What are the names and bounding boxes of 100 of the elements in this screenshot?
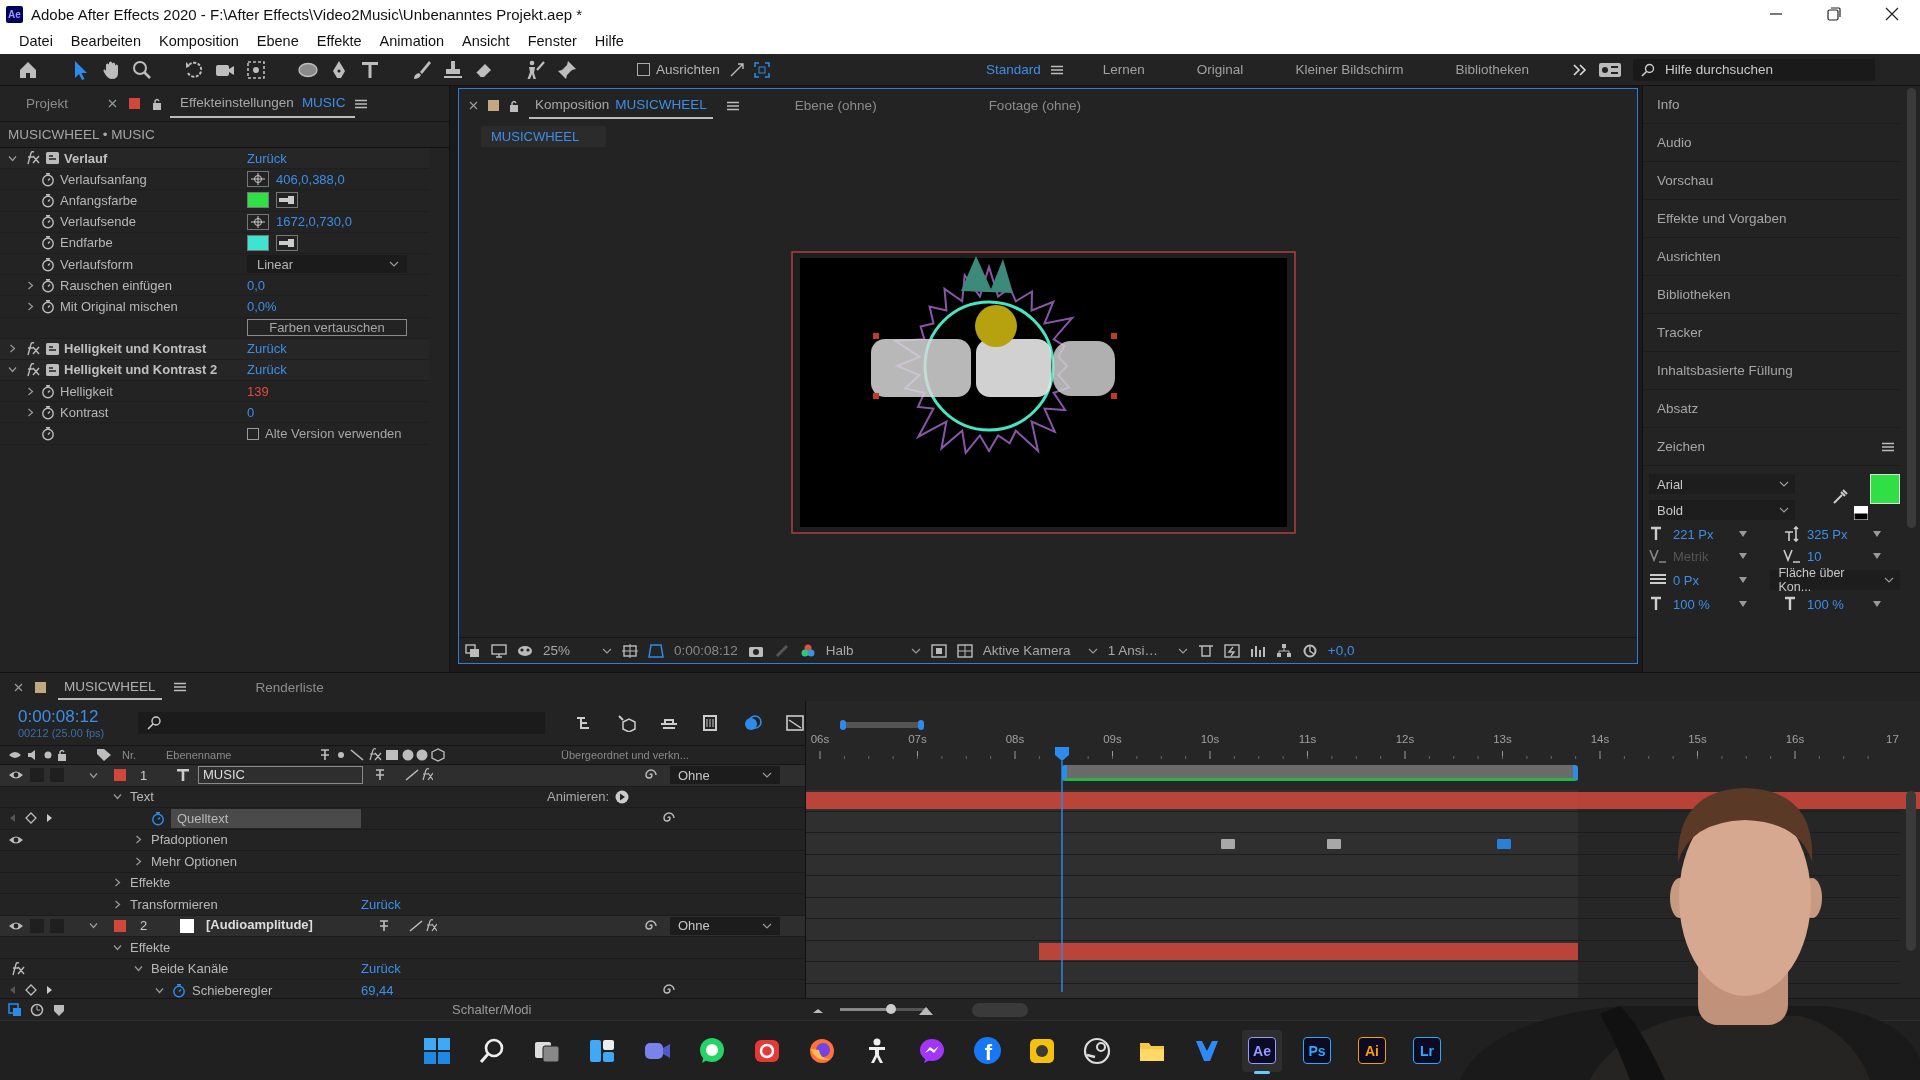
- menu-item[interactable]: Fenster: [518, 33, 586, 49]
- taskbar-button[interactable]: Ps: [1297, 1029, 1337, 1072]
- app-tile[interactable]: Ai: [1358, 1037, 1386, 1064]
- menu-item[interactable]: Ansicht: [453, 33, 519, 49]
- restore-icon[interactable]: [1824, 4, 1844, 24]
- dropdown-arrow-icon[interactable]: [1739, 601, 1747, 607]
- draft-3d-icon[interactable]: [617, 714, 637, 732]
- keyframe-navigator-icon[interactable]: [8, 812, 54, 825]
- fast-preview-icon[interactable]: [1223, 643, 1240, 658]
- reset-link[interactable]: Zurück: [247, 341, 287, 357]
- visibility-eye-icon[interactable]: [8, 770, 24, 781]
- property-value[interactable]: 69,44: [361, 982, 394, 998]
- caret-icon[interactable]: [133, 835, 143, 845]
- stopwatch-icon[interactable]: [41, 235, 55, 251]
- motion-blur-icon[interactable]: [743, 714, 763, 732]
- panel-header[interactable]: Audio: [1643, 124, 1900, 162]
- default-colors-icon[interactable]: [1854, 506, 1868, 520]
- zoom-dropdown[interactable]: 25%: [543, 643, 613, 658]
- color-swatch[interactable]: [247, 234, 269, 251]
- region-icon[interactable]: [648, 643, 665, 658]
- reset-link[interactable]: Zurück: [247, 150, 287, 166]
- time-navigator-scrollbar[interactable]: [840, 719, 924, 731]
- keyframe-marker[interactable]: [1326, 839, 1341, 849]
- panel-tab[interactable]: Renderliste: [249, 675, 330, 699]
- workspace-tab[interactable]: Lernen: [1076, 62, 1171, 77]
- workspace-settings-icon[interactable]: [1599, 62, 1621, 77]
- reset-link[interactable]: Zurück: [247, 362, 287, 378]
- render-time-icon[interactable]: [30, 1002, 44, 1017]
- property-value[interactable]: Zurück: [361, 896, 401, 912]
- workspace-tab[interactable]: Bibliotheken: [1429, 62, 1555, 77]
- property-name[interactable]: Transformieren: [130, 896, 218, 912]
- workspace-tab[interactable]: Original: [1170, 62, 1270, 77]
- parameter-value[interactable]: 406,0,388,0: [276, 171, 345, 187]
- switches-modes-toggle[interactable]: Schalter/Modi: [452, 1002, 532, 1017]
- value-field[interactable]: 100 %: [1807, 596, 1844, 612]
- fill-color-swatch[interactable]: [1870, 474, 1900, 504]
- parent-dropdown[interactable]: Ohne: [670, 766, 780, 785]
- property-name[interactable]: Schieberegler: [192, 982, 273, 998]
- visibility-eye-icon[interactable]: [8, 920, 24, 931]
- visibility-eye-icon[interactable]: [8, 834, 24, 845]
- dropdown-arrow-icon[interactable]: [1873, 553, 1881, 559]
- stopwatch-icon[interactable]: [41, 404, 55, 420]
- panel-tab[interactable]: Komposition MUSICWHEEL: [529, 92, 713, 119]
- close-icon[interactable]: [469, 101, 478, 110]
- menu-item[interactable]: Bearbeiten: [61, 33, 150, 49]
- caret-icon[interactable]: [112, 942, 122, 952]
- taskbar-button[interactable]: Ae: [1242, 1029, 1282, 1072]
- snap-icon[interactable]: [728, 61, 745, 78]
- parameter-value[interactable]: 0,0%: [247, 298, 277, 314]
- font-dropdown[interactable]: Arial: [1649, 474, 1795, 494]
- panel-header[interactable]: Zeichen: [1657, 439, 1706, 454]
- menu-item[interactable]: Hilfe: [585, 33, 633, 49]
- close-icon[interactable]: [108, 99, 118, 108]
- checkbox[interactable]: [637, 63, 650, 76]
- graph-editor-icon[interactable]: [785, 714, 805, 732]
- caret-icon[interactable]: [25, 280, 35, 290]
- camera-dropdown[interactable]: Aktive Kamera: [982, 643, 1098, 658]
- panel-header[interactable]: Inhaltsbasierte Füllung: [1643, 352, 1900, 390]
- target-button[interactable]: [247, 213, 269, 230]
- frame-time-icon[interactable]: [52, 1002, 66, 1017]
- stopwatch-icon[interactable]: [41, 256, 55, 272]
- mask-icon[interactable]: [517, 643, 533, 658]
- zoom-icon[interactable]: [131, 58, 153, 81]
- search-icon[interactable]: [478, 1036, 506, 1065]
- workspace-tab[interactable]: Kleiner Bildschirm: [1269, 62, 1430, 77]
- caret-icon[interactable]: [7, 153, 17, 163]
- stopwatch-icon[interactable]: [172, 982, 186, 998]
- pickwhip-icon[interactable]: [644, 918, 658, 933]
- parameter-value[interactable]: 0,0: [247, 277, 266, 293]
- panel-header[interactable]: Vorschau: [1643, 162, 1900, 200]
- current-time[interactable]: 0:00:08:12: [18, 707, 138, 727]
- stopwatch-icon[interactable]: [151, 810, 165, 826]
- font-style-dropdown[interactable]: Bold: [1649, 500, 1795, 520]
- panel-header[interactable]: Bibliotheken: [1643, 276, 1900, 314]
- dropdown-arrow-icon[interactable]: [1873, 531, 1881, 537]
- menu-icon[interactable]: [355, 98, 368, 109]
- channel-icon[interactable]: [799, 643, 816, 658]
- more-icon[interactable]: [1573, 63, 1587, 76]
- playhead[interactable]: [1054, 747, 1069, 992]
- stamp-icon[interactable]: [442, 58, 464, 81]
- swap-colors-button[interactable]: Farben vertauschen: [247, 319, 407, 337]
- chat-bubble-icon[interactable]: [698, 1036, 726, 1065]
- menu-item[interactable]: Ebene: [247, 33, 308, 49]
- panel-tab[interactable]: Projekt: [16, 89, 79, 118]
- caret-icon[interactable]: [133, 856, 143, 866]
- keyframe-marker[interactable]: [1220, 839, 1235, 849]
- caret-icon[interactable]: [112, 878, 122, 888]
- value-field[interactable]: 0 Px: [1673, 572, 1699, 588]
- slider-thumb[interactable]: [886, 1004, 897, 1014]
- current-time[interactable]: 0:00:08:12: [674, 643, 738, 658]
- app-icon[interactable]: [1028, 1036, 1056, 1065]
- panel-tab[interactable]: MUSICWHEEL: [58, 674, 162, 700]
- label-color-icon[interactable]: [114, 769, 126, 782]
- property-name[interactable]: Effekte: [130, 939, 171, 955]
- browser-icon[interactable]: [808, 1036, 836, 1065]
- stroke-mode-dropdown[interactable]: Fläche über Kon...: [1770, 570, 1900, 590]
- caret-icon[interactable]: [112, 792, 122, 802]
- dropdown-arrow-icon[interactable]: [1738, 577, 1747, 583]
- panel-header[interactable]: Ausrichten: [1643, 238, 1900, 276]
- close-icon[interactable]: [14, 682, 23, 692]
